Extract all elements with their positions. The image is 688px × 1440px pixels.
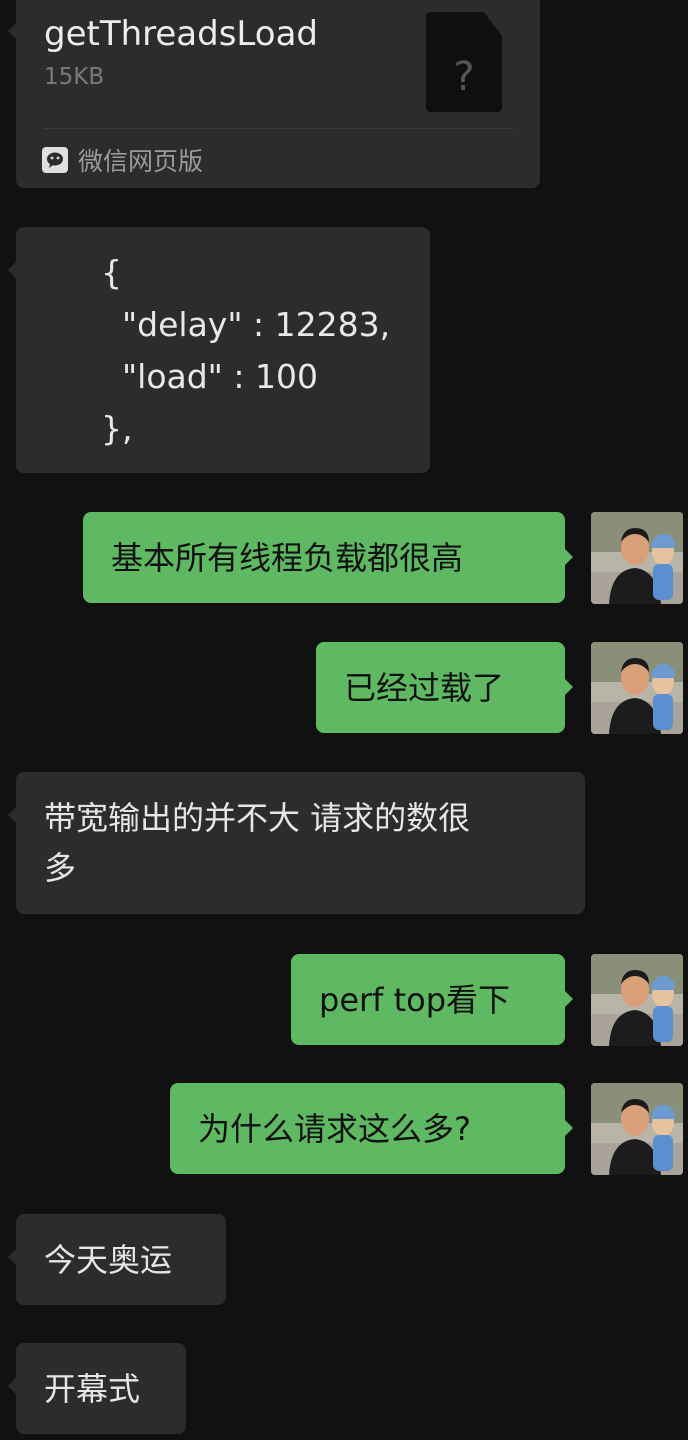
outgoing-message-bubble[interactable]: 基本所有线程负载都很高: [83, 512, 573, 603]
json-line: {: [101, 253, 122, 292]
json-line: "load" : 100: [101, 357, 318, 396]
incoming-message-bubble[interactable]: 今天奥运: [8, 1214, 226, 1305]
incoming-message-bubble[interactable]: 开幕式: [8, 1343, 186, 1434]
message-text: 今天奥运: [44, 1241, 173, 1279]
json-content: { "delay" : 12283, "load" : 100},: [101, 247, 390, 455]
avatar[interactable]: [591, 512, 683, 604]
avatar-photo-icon: [591, 954, 683, 1046]
message-text: 开幕式: [44, 1370, 141, 1408]
question-mark-glyph: ?: [453, 54, 475, 100]
message-text-line: 多: [44, 849, 77, 887]
outgoing-message-bubble[interactable]: perf top看下: [291, 954, 573, 1045]
message-text: perf top看下: [319, 981, 511, 1019]
message-text: 已经过载了: [344, 669, 505, 707]
avatar-photo-icon: [591, 642, 683, 734]
file-size: 15KB: [44, 64, 105, 90]
chat-conversation: getThreadsLoad 15KB ? 微信网页版 { "delay" : …: [0, 0, 688, 1440]
json-message-bubble[interactable]: { "delay" : 12283, "load" : 100},: [8, 227, 430, 473]
message-text-line: 带宽输出的并不大 请求的数很: [44, 799, 471, 837]
unknown-file-icon: ?: [426, 12, 502, 112]
file-name: getThreadsLoad: [44, 14, 318, 54]
file-message-bubble[interactable]: getThreadsLoad 15KB ? 微信网页版: [8, 0, 540, 188]
file-divider: [44, 128, 514, 129]
file-source: 微信网页版: [42, 144, 203, 176]
message-text: 为什么请求这么多?: [198, 1110, 471, 1148]
avatar[interactable]: [591, 1083, 683, 1175]
avatar[interactable]: [591, 642, 683, 734]
avatar[interactable]: [591, 954, 683, 1046]
wechat-icon: [42, 147, 68, 173]
incoming-message-bubble[interactable]: 带宽输出的并不大 请求的数很 多: [8, 772, 585, 914]
message-text: 基本所有线程负载都很高: [111, 539, 464, 577]
outgoing-message-bubble[interactable]: 为什么请求这么多?: [170, 1083, 573, 1174]
file-source-label: 微信网页版: [78, 147, 204, 176]
avatar-photo-icon: [591, 512, 683, 604]
json-line: },: [101, 409, 133, 448]
json-line: "delay" : 12283,: [101, 305, 391, 344]
outgoing-message-bubble[interactable]: 已经过载了: [316, 642, 573, 733]
avatar-photo-icon: [591, 1083, 683, 1175]
